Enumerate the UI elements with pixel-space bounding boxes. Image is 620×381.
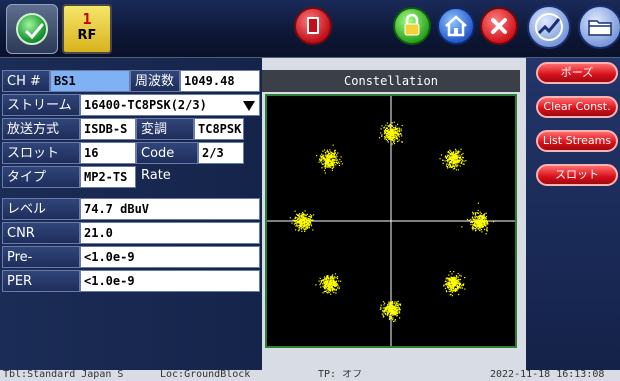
status-location: Loc:GroundBlock bbox=[160, 370, 251, 380]
close-icon bbox=[491, 18, 507, 34]
constellation-cluster bbox=[439, 148, 467, 171]
per-value: <1.0e-9 bbox=[80, 270, 260, 292]
broadcast-label: 放送方式 bbox=[2, 118, 80, 140]
stream-select[interactable]: 16400-TC8PSK(2/3) bbox=[80, 94, 260, 116]
constellation-title: Constellation bbox=[262, 70, 520, 92]
slot-value: 16 bbox=[80, 142, 136, 164]
home-icon bbox=[445, 15, 467, 37]
status-bar: Tbl:Standard Japan S Loc:GroundBlock TP:… bbox=[0, 370, 620, 381]
status-datetime: 2022-11-18 16:13:08 bbox=[490, 370, 605, 380]
coderate-value: 2/3 bbox=[198, 142, 244, 164]
lock-icon bbox=[404, 13, 420, 36]
parameter-panel: CH # BS1 周波数 1049.48 MHz ストリームID 16400-T… bbox=[0, 58, 262, 370]
list-streams-button[interactable]: List Streams bbox=[536, 130, 618, 152]
frequency-label: 周波数 bbox=[130, 70, 180, 92]
stream-label: ストリームID bbox=[2, 94, 80, 135]
rf-number: 1 bbox=[82, 10, 92, 28]
constellation-plot bbox=[265, 94, 517, 348]
constellation-panel: Constellation bbox=[262, 70, 520, 350]
clear-constellation-button[interactable]: Clear Const. bbox=[536, 96, 618, 118]
folder-button[interactable] bbox=[578, 5, 620, 49]
right-sidebar: ポーズ Clear Const. List Streams スロット bbox=[526, 58, 620, 370]
broadcast-value: ISDB-S bbox=[80, 118, 136, 140]
constellation-cluster bbox=[461, 202, 495, 235]
rf-button[interactable]: 1 RF bbox=[62, 4, 112, 54]
constellation-points bbox=[289, 121, 495, 323]
folder-icon bbox=[588, 20, 612, 36]
top-toolbar: 1 RF bbox=[0, 0, 620, 58]
signal-icon bbox=[535, 13, 563, 41]
cnr-label: CNR bbox=[2, 222, 80, 244]
monitor-button[interactable] bbox=[6, 4, 58, 54]
status-tp: TP: オフ bbox=[318, 370, 363, 380]
constellation-cluster bbox=[443, 271, 466, 297]
per-label: PER bbox=[2, 270, 80, 292]
cnr-value: 21.0 bbox=[80, 222, 260, 244]
rf-label: RF bbox=[77, 28, 97, 43]
level-label: レベル bbox=[2, 198, 80, 220]
preber-label: Pre-BER(RS) bbox=[2, 246, 80, 287]
constellation-cluster bbox=[316, 144, 343, 174]
slot-label: スロット bbox=[2, 142, 80, 164]
constellation-svg bbox=[267, 96, 515, 346]
type-label: タイプ bbox=[2, 166, 80, 188]
modulation-label: 変調 bbox=[136, 118, 194, 140]
status-table: Tbl:Standard Japan S bbox=[3, 370, 124, 380]
channel-label: CH # bbox=[2, 70, 50, 92]
dropdown-arrow-icon bbox=[243, 101, 255, 111]
home-button[interactable] bbox=[437, 7, 475, 45]
preber-value: <1.0e-9 bbox=[80, 246, 260, 268]
signal-button[interactable] bbox=[527, 5, 571, 49]
channel-value[interactable]: BS1 bbox=[50, 70, 130, 92]
coderate-label: Code Rate bbox=[136, 142, 198, 183]
constellation-cluster bbox=[379, 300, 402, 323]
book-button[interactable] bbox=[294, 7, 332, 45]
stream-value: 16400-TC8PSK(2/3) bbox=[84, 98, 207, 112]
close-button[interactable] bbox=[480, 7, 518, 45]
lock-button[interactable] bbox=[393, 7, 431, 45]
monitor-icon bbox=[16, 13, 48, 45]
slot-button[interactable]: スロット bbox=[536, 164, 618, 186]
frequency-value[interactable]: 1049.48 MHz bbox=[180, 70, 260, 109]
pause-button[interactable]: ポーズ bbox=[536, 62, 618, 84]
type-value: MP2-TS bbox=[80, 166, 136, 188]
constellation-cluster bbox=[315, 273, 342, 295]
book-icon bbox=[307, 17, 319, 34]
level-value: 74.7 dBuV bbox=[80, 198, 260, 220]
modulation-value: TC8PSK bbox=[194, 118, 244, 140]
